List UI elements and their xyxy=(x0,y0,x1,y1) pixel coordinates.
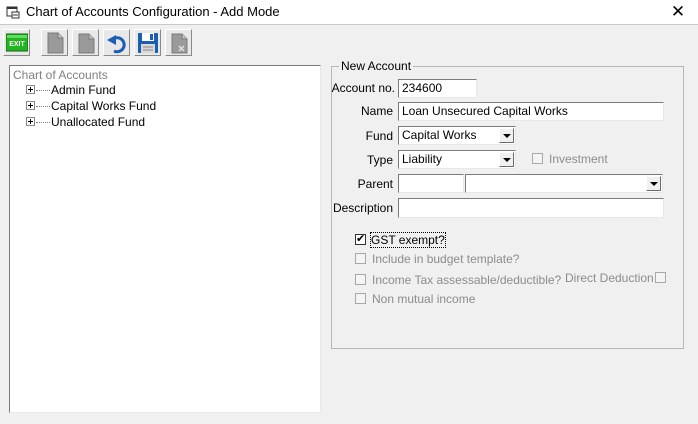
parent-select[interactable] xyxy=(465,174,663,193)
account-no-label: Account no. xyxy=(331,81,395,95)
tree-connector xyxy=(36,106,50,107)
fund-select[interactable]: Capital Works xyxy=(398,126,516,145)
delete-icon xyxy=(171,33,188,54)
budget-template-checkbox[interactable] xyxy=(355,253,366,264)
close-button[interactable]: ✕ xyxy=(658,0,698,24)
gst-exempt-checkbox[interactable]: ✔ xyxy=(355,233,366,245)
income-tax-label: Income Tax assessable/deductible? xyxy=(372,273,562,287)
non-mutual-label: Non mutual income xyxy=(372,292,476,306)
undo-icon xyxy=(107,35,126,54)
group-title: New Account xyxy=(339,59,414,73)
type-select-value: Liability xyxy=(402,152,443,166)
direct-deduction-label: Direct Deduction xyxy=(565,271,654,285)
tree-connector xyxy=(36,122,50,123)
tree-node-label[interactable]: Admin Fund xyxy=(51,83,116,97)
name-label: Name xyxy=(360,104,393,118)
account-no-field[interactable]: 234600 xyxy=(398,79,477,98)
tree-connector xyxy=(36,90,50,91)
parent-label: Parent xyxy=(357,177,393,191)
fund-select-value: Capital Works xyxy=(402,128,477,142)
undo-button[interactable] xyxy=(103,29,130,56)
exit-button[interactable]: EXIT xyxy=(3,29,30,56)
app-window-icon xyxy=(6,6,20,19)
check-icon: ✔ xyxy=(356,233,366,245)
type-select[interactable]: Liability xyxy=(398,150,516,169)
save-icon xyxy=(138,33,158,53)
description-label: Description xyxy=(332,201,393,215)
name-field[interactable]: Loan Unsecured Capital Works xyxy=(398,102,664,121)
title-bar: Chart of Accounts Configuration - Add Mo… xyxy=(0,0,698,24)
tree-node-label[interactable]: Capital Works Fund xyxy=(51,99,156,113)
tree-root[interactable]: Chart of Accounts xyxy=(13,68,108,82)
copy-button[interactable] xyxy=(72,29,99,56)
expand-icon[interactable] xyxy=(26,85,35,94)
investment-label: Investment xyxy=(549,152,608,166)
gst-exempt-label[interactable]: GST exempt? xyxy=(370,232,446,248)
chevron-down-icon[interactable] xyxy=(646,176,661,191)
expand-icon[interactable] xyxy=(26,117,35,126)
exit-label: EXIT xyxy=(9,41,25,48)
description-field[interactable] xyxy=(398,198,664,218)
investment-checkbox[interactable] xyxy=(532,153,543,164)
chevron-down-icon[interactable] xyxy=(499,152,514,167)
new-button[interactable] xyxy=(41,29,68,56)
new-icon xyxy=(47,32,64,54)
accounts-tree[interactable]: Chart of Accounts Admin Fund Capital Wor… xyxy=(9,65,321,413)
expand-icon[interactable] xyxy=(26,101,35,110)
delete-button[interactable] xyxy=(165,29,192,56)
parent-code-field[interactable] xyxy=(398,174,464,193)
copy-icon xyxy=(78,33,95,54)
chevron-down-icon[interactable] xyxy=(499,128,514,143)
non-mutual-checkbox[interactable] xyxy=(355,293,366,304)
fund-label: Fund xyxy=(365,129,393,143)
income-tax-checkbox[interactable] xyxy=(355,274,366,285)
direct-deduction-checkbox[interactable] xyxy=(655,272,666,283)
type-label: Type xyxy=(366,153,393,167)
window-title: Chart of Accounts Configuration - Add Mo… xyxy=(26,4,280,19)
exit-icon: EXIT xyxy=(6,33,28,52)
save-button[interactable] xyxy=(134,29,161,56)
budget-template-label: Include in budget template? xyxy=(372,252,520,266)
tree-node-label[interactable]: Unallocated Fund xyxy=(51,115,145,129)
